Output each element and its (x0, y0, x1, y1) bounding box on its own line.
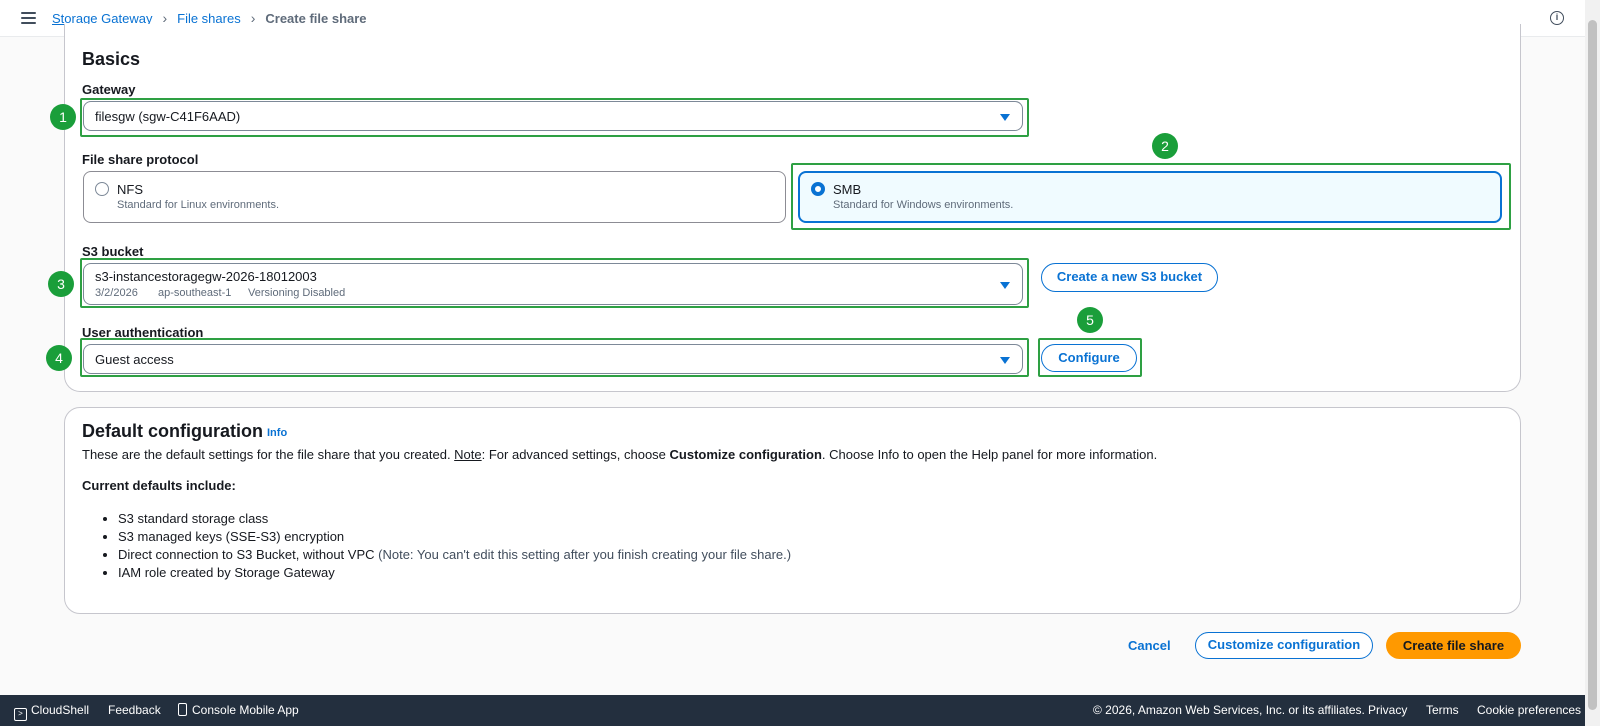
console-footer: > CloudShell Feedback Console Mobile App … (0, 695, 1585, 726)
mobile-app-link[interactable]: Console Mobile App (178, 703, 299, 717)
description-text: : For advanced settings, choose (481, 447, 670, 462)
feedback-link[interactable]: Feedback (108, 703, 161, 717)
list-item: S3 managed keys (SSE-S3) encryption (118, 528, 791, 546)
list-item-text: Direct connection to S3 Bucket, without … (118, 547, 375, 562)
description-text: . Choose Info to open the Help panel for… (821, 447, 1158, 462)
callout-badge-5: 5 (1077, 307, 1103, 333)
defaults-list: S3 standard storage class S3 managed key… (118, 510, 791, 582)
s3-bucket-label: S3 bucket (82, 244, 144, 259)
list-item-note: (Note: You can't edit this setting after… (378, 547, 792, 562)
terms-link[interactable]: Terms (1426, 703, 1459, 717)
highlight-box-s3-bucket (80, 258, 1029, 308)
privacy-link[interactable]: Privacy (1368, 703, 1407, 717)
cloudshell-link[interactable]: > CloudShell (14, 703, 89, 721)
callout-badge-4: 4 (46, 345, 72, 371)
scrollbar-thumb[interactable] (1588, 20, 1597, 710)
highlight-box-gateway (80, 98, 1029, 137)
description-text: These are the default settings for the f… (82, 447, 455, 462)
nfs-title: NFS (117, 182, 143, 197)
current-defaults-label: Current defaults include: (82, 478, 236, 493)
info-icon[interactable]: i (1550, 11, 1564, 25)
callout-badge-1: 1 (50, 104, 76, 130)
protocol-option-nfs[interactable]: NFS Standard for Linux environments. (83, 171, 786, 223)
highlight-box-user-auth (80, 338, 1029, 377)
default-config-description: These are the default settings for the f… (82, 447, 1157, 462)
default-config-heading: Default configuration (82, 421, 263, 441)
protocol-label: File share protocol (82, 152, 199, 167)
menu-icon[interactable] (21, 12, 36, 24)
highlight-box-configure (1038, 338, 1142, 377)
customize-configuration-button[interactable]: Customize configuration (1195, 632, 1373, 659)
list-item: Direct connection to S3 Bucket, without … (118, 546, 791, 564)
callout-badge-2: 2 (1152, 133, 1178, 159)
nfs-description: Standard for Linux environments. (117, 199, 280, 211)
mobile-app-label: Console Mobile App (192, 703, 299, 717)
list-item: S3 standard storage class (118, 510, 791, 528)
create-s3-bucket-button[interactable]: Create a new S3 bucket (1041, 263, 1218, 292)
nfs-radio[interactable] (95, 182, 109, 196)
mobile-phone-icon (178, 703, 187, 716)
highlight-box-protocol (791, 163, 1511, 230)
list-item: IAM role created by Storage Gateway (118, 564, 791, 582)
cloudshell-label: CloudShell (31, 703, 90, 717)
customize-configuration-emphasis: Customize configuration (669, 447, 822, 462)
info-link[interactable]: Info (267, 427, 287, 439)
cookie-preferences-link[interactable]: Cookie preferences (1477, 703, 1581, 717)
terminal-icon: > (14, 708, 27, 721)
cancel-button[interactable]: Cancel (1128, 638, 1171, 653)
callout-badge-3: 3 (48, 271, 74, 297)
copyright-text: © 2026, Amazon Web Services, Inc. or its… (1093, 703, 1365, 717)
create-file-share-button[interactable]: Create file share (1386, 632, 1521, 659)
note-label: Note (454, 447, 482, 462)
vertical-scrollbar[interactable] (1585, 0, 1600, 726)
gateway-label: Gateway (82, 82, 136, 97)
basics-heading: Basics (82, 49, 141, 69)
